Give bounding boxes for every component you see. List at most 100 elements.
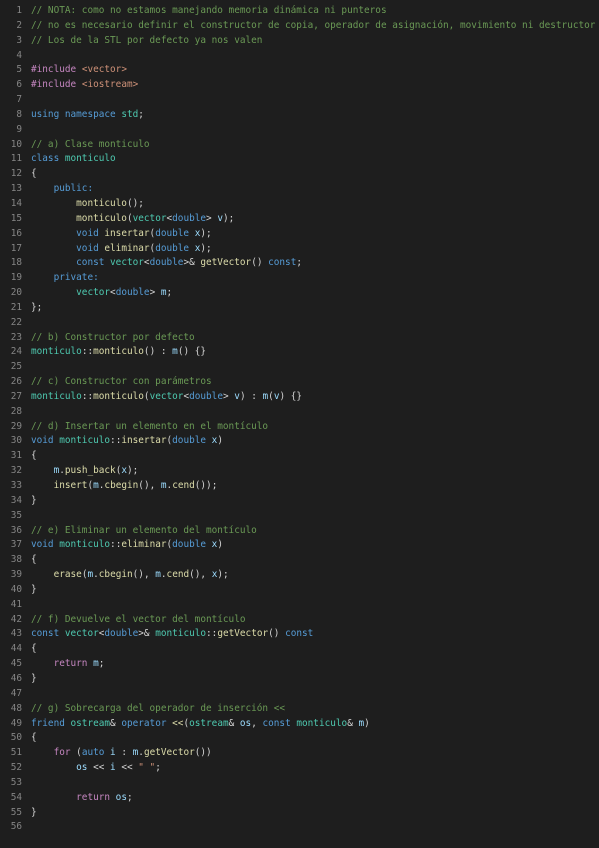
code-text[interactable]: void eliminar(double x); [22, 242, 599, 257]
code-line[interactable]: 39 erase(m.cbegin(), m.cend(), x); [0, 568, 599, 583]
code-text[interactable]: monticulo(vector<double> v); [22, 212, 599, 227]
code-text[interactable]: using namespace std; [22, 108, 599, 123]
code-line[interactable]: 46} [0, 672, 599, 687]
code-line[interactable]: 14 monticulo(); [0, 197, 599, 212]
code-line[interactable]: 16 void insertar(double x); [0, 227, 599, 242]
code-text[interactable]: class monticulo [22, 152, 599, 167]
code-line[interactable]: 15 monticulo(vector<double> v); [0, 212, 599, 227]
code-text[interactable]: } [22, 806, 599, 821]
code-text[interactable]: return m; [22, 657, 599, 672]
code-text[interactable]: for (auto i : m.getVector()) [22, 746, 599, 761]
code-text[interactable]: public: [22, 182, 599, 197]
code-line[interactable]: 3 // Los de la STL por defecto ya nos val… [0, 34, 599, 49]
code-editor[interactable]: 1 // NOTA: como no estamos manejando memo… [0, 0, 599, 848]
code-line[interactable]: 12 { [0, 167, 599, 182]
code-line[interactable]: 44 { [0, 642, 599, 657]
code-line[interactable]: 17 void eliminar(double x); [0, 242, 599, 257]
code-line[interactable]: 38 { [0, 553, 599, 568]
code-text[interactable]: { [22, 642, 599, 657]
code-line[interactable]: 34} [0, 494, 599, 509]
code-line[interactable]: 45 return m; [0, 657, 599, 672]
code-line[interactable]: 52 os << i << " "; [0, 761, 599, 776]
code-line[interactable]: 51 for (auto i : m.getVector()) [0, 746, 599, 761]
code-line[interactable]: 30 void monticulo::insertar(double x) [0, 434, 599, 449]
code-line[interactable]: 23 // b) Constructor por defecto [0, 331, 599, 346]
code-line[interactable]: 37 void monticulo::eliminar(double x) [0, 538, 599, 553]
code-line[interactable]: 32 m.push_back(x); [0, 464, 599, 479]
code-text[interactable] [22, 93, 599, 108]
code-text[interactable] [22, 316, 599, 331]
code-line[interactable]: 53 [0, 776, 599, 791]
code-line[interactable]: 20 vector<double> m; [0, 286, 599, 301]
code-line[interactable]: 33 insert(m.cbegin(), m.cend()); [0, 479, 599, 494]
code-line[interactable]: 6 #include <iostream> [0, 78, 599, 93]
code-line[interactable]: 40} [0, 583, 599, 598]
code-text[interactable]: const vector<double>& getVector() const; [22, 256, 599, 271]
code-line[interactable]: 29 // d) Insertar un elemento en el montí… [0, 420, 599, 435]
code-text[interactable]: // e) Eliminar un elemento del montículo [22, 524, 599, 539]
code-line[interactable]: 42 // f) Devuelve el vector del montículo [0, 613, 599, 628]
code-text[interactable]: monticulo(); [22, 197, 599, 212]
code-text[interactable] [22, 598, 599, 613]
code-line[interactable]: 10 // a) Clase monticulo [0, 138, 599, 153]
code-text[interactable] [22, 776, 599, 791]
code-text[interactable]: } [22, 494, 599, 509]
code-text[interactable]: #include <vector> [22, 63, 599, 78]
code-text[interactable]: // a) Clase monticulo [22, 138, 599, 153]
code-line[interactable]: 25 [0, 360, 599, 375]
code-line[interactable]: 21}; [0, 301, 599, 316]
code-text[interactable]: vector<double> m; [22, 286, 599, 301]
code-text[interactable]: erase(m.cbegin(), m.cend(), x); [22, 568, 599, 583]
code-line[interactable]: 26 // c) Constructor con parámetros [0, 375, 599, 390]
code-text[interactable]: { [22, 449, 599, 464]
code-line[interactable]: 18 const vector<double>& getVector() con… [0, 256, 599, 271]
code-text[interactable]: os << i << " "; [22, 761, 599, 776]
code-text[interactable]: void monticulo::insertar(double x) [22, 434, 599, 449]
code-text[interactable]: friend ostream& operator <<(ostream& os,… [22, 717, 599, 732]
code-text[interactable]: { [22, 731, 599, 746]
code-line[interactable]: 13 public: [0, 182, 599, 197]
code-text[interactable]: monticulo::monticulo() : m() {} [22, 345, 599, 360]
code-text[interactable] [22, 123, 599, 138]
code-text[interactable]: // g) Sobrecarga del operador de inserci… [22, 702, 599, 717]
code-line[interactable]: 28 [0, 405, 599, 420]
code-line[interactable]: 1 // NOTA: como no estamos manejando memo… [0, 4, 599, 19]
code-text[interactable]: // f) Devuelve el vector del montículo [22, 613, 599, 628]
code-line[interactable]: 56 [0, 820, 599, 835]
code-text[interactable]: { [22, 167, 599, 182]
code-text[interactable] [22, 405, 599, 420]
code-text[interactable]: // Los de la STL por defecto ya nos vale… [22, 34, 599, 49]
code-text[interactable]: insert(m.cbegin(), m.cend()); [22, 479, 599, 494]
code-text[interactable]: #include <iostream> [22, 78, 599, 93]
code-line[interactable]: 47 [0, 687, 599, 702]
code-text[interactable]: private: [22, 271, 599, 286]
code-line[interactable]: 27 monticulo::monticulo(vector<double> v)… [0, 390, 599, 405]
code-text[interactable]: void monticulo::eliminar(double x) [22, 538, 599, 553]
code-text[interactable]: return os; [22, 791, 599, 806]
code-line[interactable]: 24 monticulo::monticulo() : m() {} [0, 345, 599, 360]
code-text[interactable]: monticulo::monticulo(vector<double> v) :… [22, 390, 599, 405]
code-text[interactable]: const vector<double>& monticulo::getVect… [22, 627, 599, 642]
code-text[interactable]: // NOTA: como no estamos manejando memor… [22, 4, 599, 19]
code-line[interactable]: 54 return os; [0, 791, 599, 806]
code-line[interactable]: 11 class monticulo [0, 152, 599, 167]
code-line[interactable]: 43 const vector<double>& monticulo::getVe… [0, 627, 599, 642]
code-line[interactable]: 49 friend ostream& operator <<(ostream& o… [0, 717, 599, 732]
code-line[interactable]: 31 { [0, 449, 599, 464]
code-text[interactable]: // d) Insertar un elemento en el montícu… [22, 420, 599, 435]
code-line[interactable]: 5 #include <vector> [0, 63, 599, 78]
code-text[interactable]: // b) Constructor por defecto [22, 331, 599, 346]
code-text[interactable]: void insertar(double x); [22, 227, 599, 242]
code-line[interactable]: 48 // g) Sobrecarga del operador de inser… [0, 702, 599, 717]
code-text[interactable] [22, 820, 599, 835]
code-line[interactable]: 22 [0, 316, 599, 331]
code-line[interactable]: 19 private: [0, 271, 599, 286]
code-text[interactable] [22, 687, 599, 702]
code-text[interactable] [22, 49, 599, 64]
code-line[interactable]: 55} [0, 806, 599, 821]
code-line[interactable]: 36 // e) Eliminar un elemento del montícu… [0, 524, 599, 539]
code-text[interactable]: m.push_back(x); [22, 464, 599, 479]
code-line[interactable]: 8 using namespace std; [0, 108, 599, 123]
code-line[interactable]: 50 { [0, 731, 599, 746]
code-text[interactable] [22, 360, 599, 375]
